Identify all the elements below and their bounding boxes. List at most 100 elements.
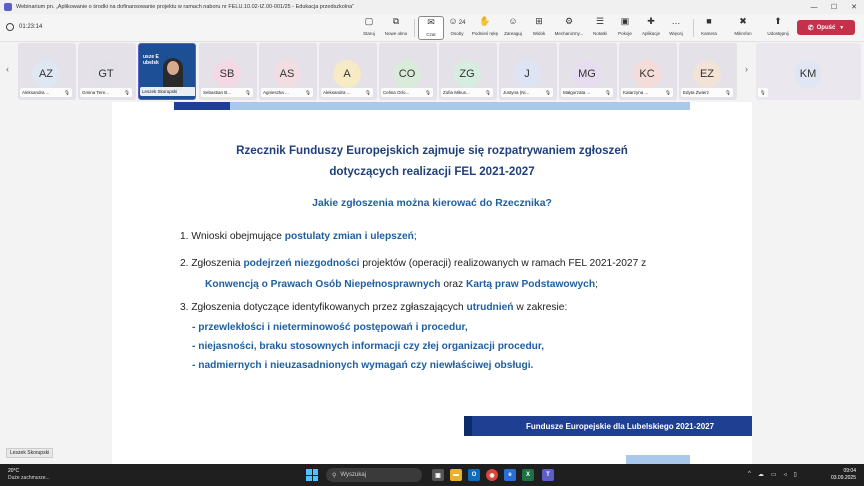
- new-window-button[interactable]: ⧉ Nowe okno: [383, 16, 409, 40]
- camera-label: Kamera: [701, 31, 717, 36]
- participant-name-chip: Justyna (Ni... 🎙: [501, 88, 553, 97]
- participant-name: Leszek Skorupski: [142, 89, 178, 94]
- item-highlight: Konwencją o Prawach Osób Niepełnosprawny…: [205, 279, 441, 290]
- people-label: Osoby: [450, 31, 464, 36]
- window-title: Webinarium pn. „Aplikowanie o środki na …: [16, 4, 355, 10]
- react-button[interactable]: ☺ Zareaguj: [500, 16, 526, 40]
- maximize-button[interactable]: ☐: [824, 0, 844, 14]
- slide-footer-text: Fundusze Europejskie dla Lubelskiego 202…: [526, 421, 715, 431]
- file-explorer-icon[interactable]: ▬: [450, 469, 462, 481]
- mic-muted-icon: 🎙: [124, 89, 130, 95]
- participant-name-chip: Zofia Mikus... 🎙: [441, 88, 493, 97]
- more-button[interactable]: … Więcej: [663, 16, 689, 40]
- list-item: 1. Wnioski obejmujące postulaty zmian i …: [180, 226, 740, 247]
- apps-icon: ✚: [647, 16, 655, 26]
- slide-subtitle: Jakie zgłoszenia można kierować do Rzecz…: [312, 198, 552, 209]
- search-icon: ⚲: [332, 472, 337, 479]
- battery-icon[interactable]: ▯: [794, 471, 797, 478]
- participant-name: Aleksandra ...: [323, 90, 351, 95]
- avatar: GT: [92, 60, 120, 88]
- chat-button[interactable]: ✉ Czat: [418, 16, 444, 40]
- leave-button[interactable]: ✆ Opuść ▼: [797, 20, 855, 35]
- participant-video-tile[interactable]: usze Eubelsk Leszek Skorupski: [138, 43, 196, 100]
- participant-name-chip: 🎙: [758, 88, 768, 97]
- participant-tile[interactable]: GT Gmina Tere... 🎙: [78, 43, 136, 100]
- outlook-icon[interactable]: O: [468, 469, 480, 481]
- participant-name: Sebastian B...: [203, 90, 232, 95]
- mic-muted-icon: 🎙: [305, 89, 311, 95]
- apps-button[interactable]: ✚ Aplikacje: [638, 16, 664, 40]
- participant-tile[interactable]: AS Agnieszka ... 🎙: [259, 43, 317, 100]
- participant-name: Edyta Żwierz: [683, 90, 710, 95]
- timer-text: 01:23:14: [19, 24, 43, 30]
- participant-tile[interactable]: EZ Edyta Żwierz 🎙: [679, 43, 737, 100]
- mic-muted-icon: 🎙: [245, 89, 251, 95]
- raise-hand-button[interactable]: ✋ Podnieś rękę: [472, 16, 498, 40]
- microphone-label: Mikrofon: [734, 31, 752, 36]
- mic-muted-icon: 🎙: [760, 89, 766, 95]
- camera-button[interactable]: ■ Kamera: [696, 16, 722, 40]
- participant-tile[interactable]: J Justyna (Ni... 🎙: [499, 43, 557, 100]
- taskbar-clock[interactable]: 09:04 03.09.2025: [826, 468, 856, 482]
- weather-widget[interactable]: 20°C Duże zachmurze...: [8, 468, 50, 482]
- network-icon[interactable]: ▭: [771, 471, 777, 478]
- speaker-icon[interactable]: ◃: [784, 471, 787, 478]
- mic-muted-icon: 🎙: [425, 89, 431, 95]
- mic-muted-icon: 🎙: [365, 89, 371, 95]
- apps-label: Aplikacje: [641, 31, 660, 36]
- microphone-button[interactable]: ✖ Mikrofon: [730, 16, 756, 40]
- people-glyph: ☺: [448, 16, 458, 26]
- minimize-button[interactable]: —: [804, 0, 824, 14]
- mic-muted-icon: 🎙: [605, 89, 611, 95]
- participant-tile[interactable]: ZG Zofia Mikus... 🎙: [439, 43, 497, 100]
- avatar: AS: [273, 60, 301, 88]
- stage-button[interactable]: ▢ Staruj: [356, 16, 382, 40]
- participant-name-chip: Małgorzata ... 🎙: [561, 88, 613, 97]
- item-text: ;: [413, 231, 417, 242]
- search-placeholder: Wyszukaj: [340, 472, 367, 478]
- mechanisms-button[interactable]: ⚙ Mechanizmy...: [555, 16, 584, 40]
- view-button[interactable]: ⊞ Widok: [526, 16, 552, 40]
- system-tray: ^ ☁ ▭ ◃ ▯: [748, 471, 797, 478]
- self-view-tile[interactable]: KM 🎙: [756, 43, 861, 100]
- participant-tile[interactable]: A Aleksandra ... 🎙: [319, 43, 377, 100]
- participant-name-chip: Aleksandra ... 🎙: [20, 88, 72, 97]
- item-text: 1. Wnioski obejmujące: [180, 231, 285, 242]
- task-view-icon[interactable]: ▣: [432, 469, 444, 481]
- cloud-icon[interactable]: ☁: [758, 471, 764, 478]
- notes-label: Notatki: [592, 31, 607, 36]
- participant-tile[interactable]: SB Sebastian B... 🎙: [199, 43, 257, 100]
- item-text: 2. Zgłoszenia: [180, 258, 244, 269]
- teams-app-icon: [4, 3, 12, 11]
- share-button[interactable]: ⬆ Udostępnij: [765, 16, 791, 40]
- slide-title: Rzecznik Funduszy Europejskich zajmuje s…: [112, 140, 752, 182]
- toolbar-divider: [414, 19, 415, 37]
- phone-icon: ✆: [807, 24, 814, 32]
- edge-icon[interactable]: e: [504, 469, 516, 481]
- window-title-bar: Webinarium pn. „Aplikowanie o środki na …: [0, 0, 864, 14]
- chevron-up-icon[interactable]: ^: [748, 471, 751, 478]
- taskbar-search[interactable]: ⚲ Wyszukaj: [326, 468, 422, 482]
- windows-start-icon[interactable]: [306, 469, 318, 481]
- raise-hand-icon: ✋: [479, 16, 491, 26]
- chrome-icon[interactable]: ◉: [486, 469, 498, 481]
- participant-name: Celina Orlo...: [383, 90, 410, 95]
- react-label: Zareaguj: [504, 31, 522, 36]
- clock-time: 09:04: [843, 468, 856, 474]
- chevron-right-icon[interactable]: ›: [745, 64, 748, 74]
- excel-icon[interactable]: X: [522, 469, 534, 481]
- teams-icon[interactable]: T: [542, 469, 554, 481]
- notes-button[interactable]: ☰ Notatki: [587, 16, 613, 40]
- avatar: MG: [573, 60, 601, 88]
- chevron-left-icon[interactable]: ‹: [6, 64, 9, 74]
- rooms-button[interactable]: ▣ Pokoje: [612, 16, 638, 40]
- close-window-button[interactable]: ✕: [844, 0, 864, 14]
- people-button[interactable]: ☺24 Osoby: [444, 16, 470, 40]
- participant-tile[interactable]: AZ Aleksandra ... 🎙: [18, 43, 76, 100]
- participant-tile[interactable]: KC Katarzyna ... 🎙: [619, 43, 677, 100]
- toolbar-divider: [693, 19, 694, 37]
- shield-icon: [6, 23, 14, 31]
- participant-tile[interactable]: MG Małgorzata ... 🎙: [559, 43, 617, 100]
- avatar: CO: [393, 60, 421, 88]
- participant-tile[interactable]: CO Celina Orlo... 🎙: [379, 43, 437, 100]
